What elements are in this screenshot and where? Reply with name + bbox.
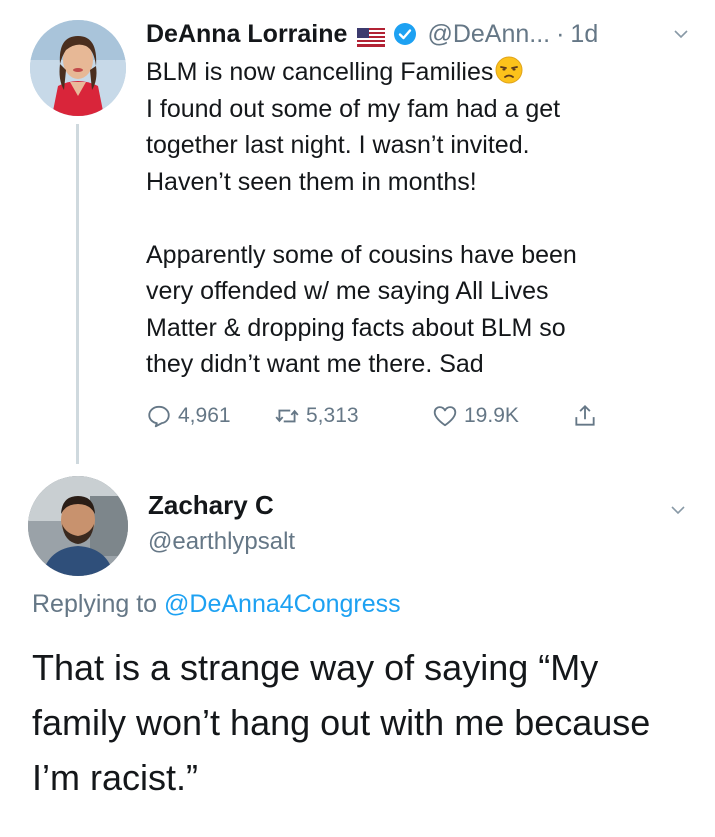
reply-count: 4,961 bbox=[178, 404, 231, 427]
tweet-timestamp[interactable]: 1d bbox=[570, 20, 598, 49]
like-action[interactable]: 19.9K bbox=[432, 398, 519, 434]
tweet-header: DeAnna Lorraine @DeAnn... · 1d bbox=[146, 14, 691, 54]
unamused-face-emoji-icon bbox=[494, 55, 524, 85]
reply-author-handle[interactable]: @earthlypsalt bbox=[148, 528, 295, 556]
us-flag-icon bbox=[357, 25, 386, 47]
thread-connector-line bbox=[76, 124, 79, 464]
tweet-text: BLM is now cancelling Families I found o… bbox=[146, 54, 691, 383]
tweet-text-line1: BLM is now cancelling Families bbox=[146, 58, 494, 86]
reply-text: That is a strange way of saying “My fami… bbox=[32, 647, 651, 798]
tweet-body: DeAnna Lorraine @DeAnn... · 1d BLM is no… bbox=[146, 14, 691, 383]
replying-to-line: Replying to @DeAnna4Congress bbox=[32, 590, 401, 619]
chevron-down-icon[interactable] bbox=[668, 500, 688, 520]
zachary-avatar[interactable] bbox=[28, 476, 128, 576]
reply-author-name[interactable]: Zachary C bbox=[148, 490, 274, 521]
reply-action[interactable]: 4,961 bbox=[146, 398, 231, 434]
retweet-icon bbox=[275, 409, 299, 423]
like-count: 19.9K bbox=[464, 404, 519, 427]
heart-icon bbox=[433, 406, 457, 427]
avatar-photo bbox=[28, 476, 128, 576]
header-separator: · bbox=[556, 19, 565, 48]
deanna-avatar[interactable] bbox=[30, 20, 126, 116]
replying-to-label: Replying to bbox=[32, 590, 165, 618]
replying-to-mention[interactable]: @DeAnna4Congress bbox=[164, 590, 401, 618]
retweet-action[interactable]: 5,313 bbox=[274, 398, 359, 434]
share-action[interactable] bbox=[572, 398, 604, 434]
avatar-photo bbox=[30, 20, 126, 116]
author-name[interactable]: DeAnna Lorraine bbox=[146, 20, 347, 49]
tweet-actions: 4,961 5,313 19.9K bbox=[146, 398, 626, 434]
tweet-text-body: I found out some of my fam had a get tog… bbox=[146, 94, 577, 379]
share-icon bbox=[575, 404, 595, 426]
chevron-down-icon[interactable] bbox=[671, 24, 691, 44]
author-handle[interactable]: @DeAnn... bbox=[427, 20, 550, 49]
verified-badge-icon bbox=[393, 22, 417, 46]
retweet-count: 5,313 bbox=[306, 404, 359, 427]
reply-icon bbox=[148, 405, 170, 428]
